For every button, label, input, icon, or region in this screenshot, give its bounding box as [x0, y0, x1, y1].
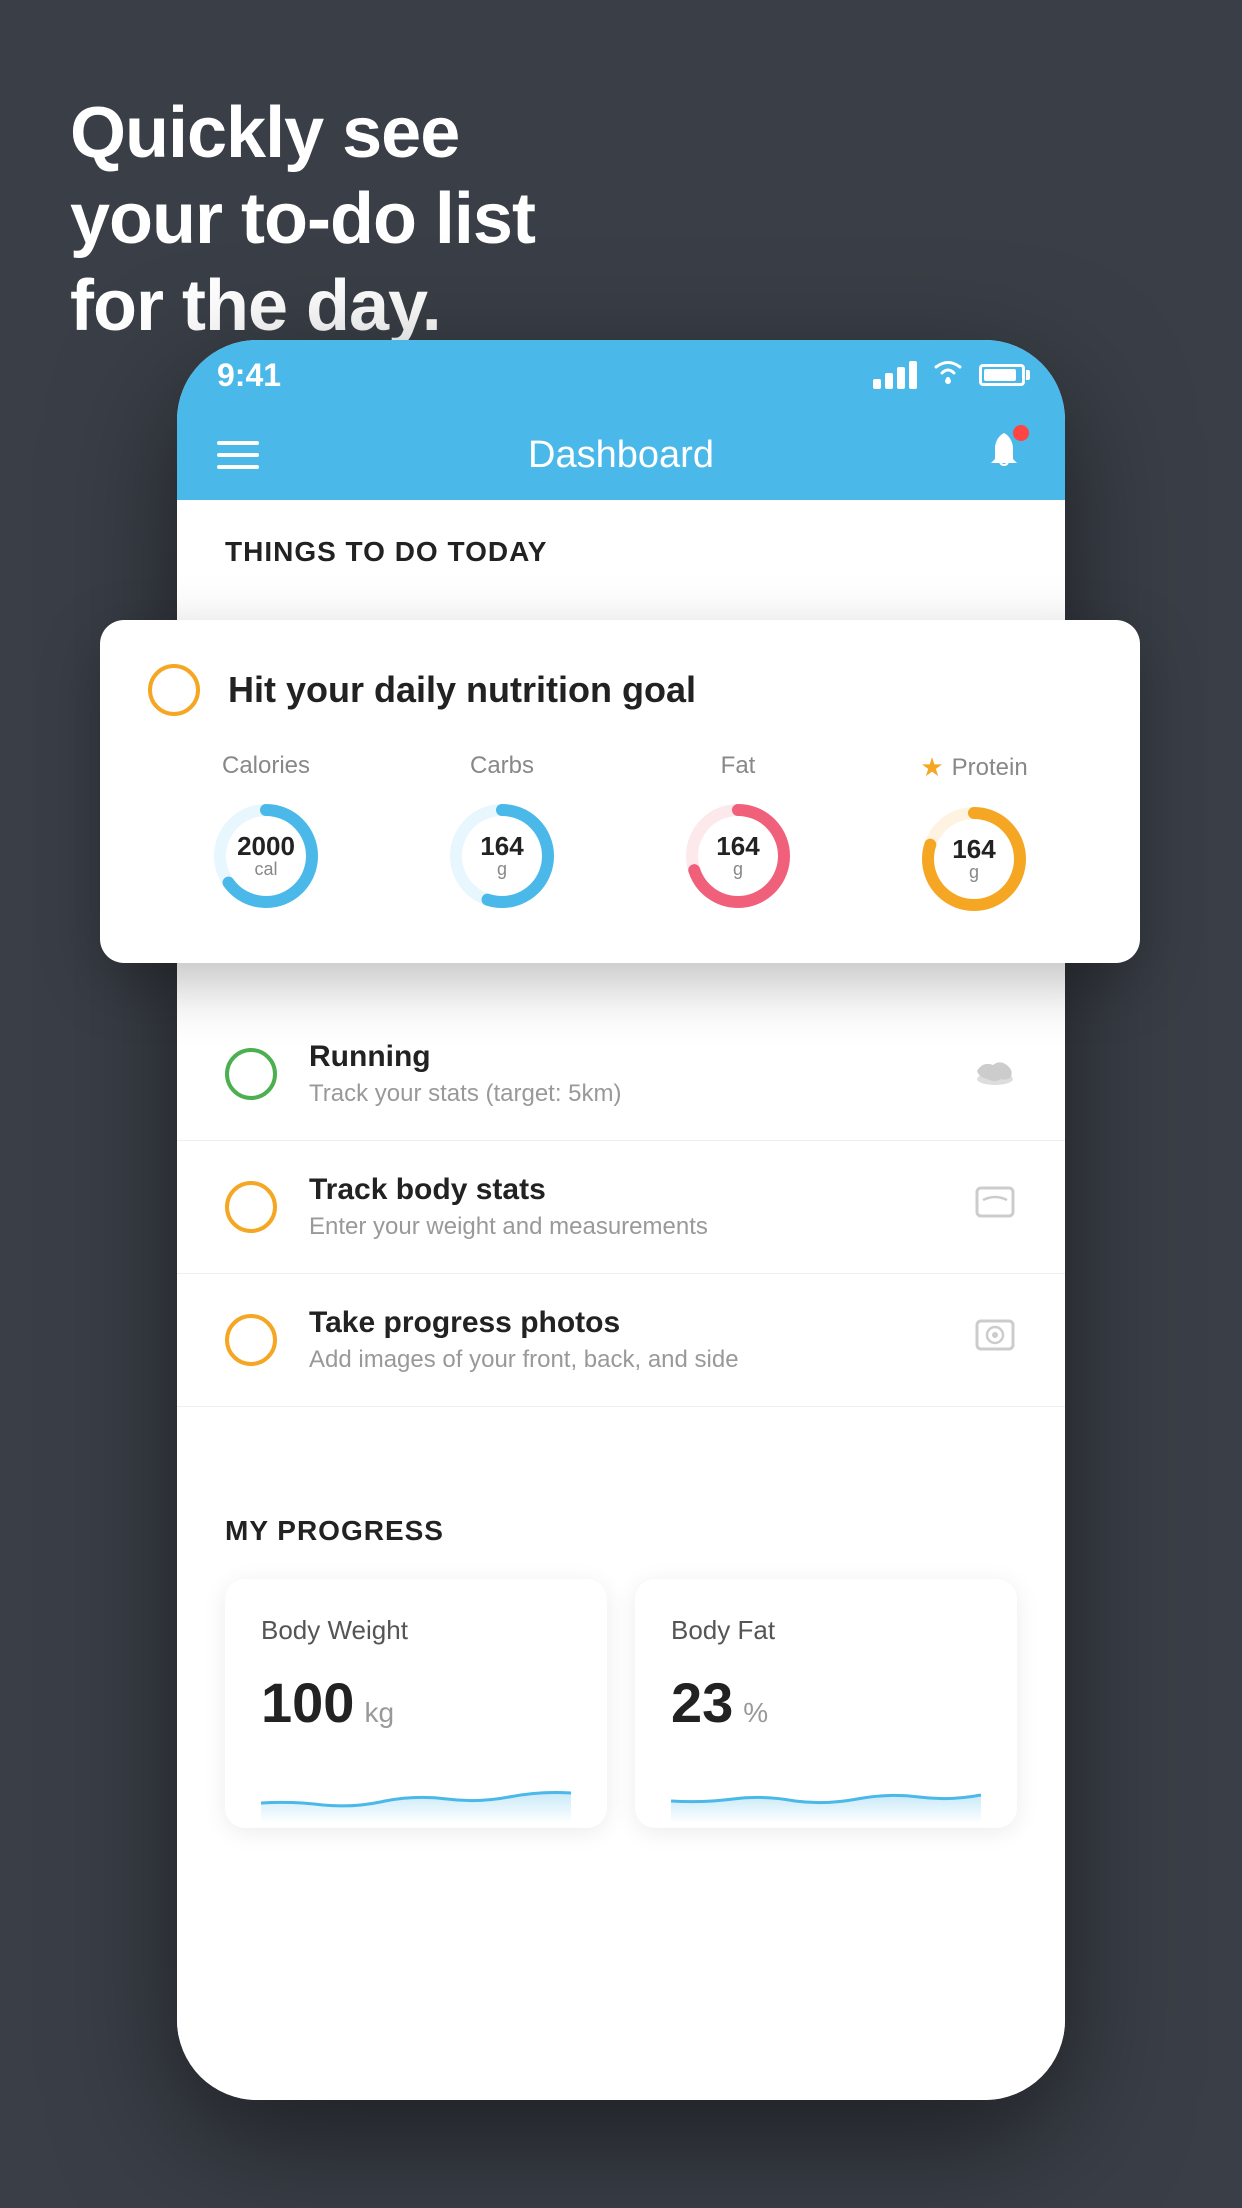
body-fat-value: 23 — [671, 1670, 733, 1735]
nutrition-card: Hit your daily nutrition goal Calories 2… — [100, 620, 1140, 963]
macro-carbs: Carbs 164 g — [442, 752, 562, 916]
nutrition-checkbox[interactable] — [148, 664, 200, 716]
nav-bar: Dashboard — [177, 410, 1065, 500]
todo-main-running: Running — [309, 1040, 941, 1074]
status-time: 9:41 — [217, 357, 281, 394]
macro-carbs-unit: g — [497, 859, 507, 880]
status-icons — [873, 359, 1025, 392]
macro-carbs-label: Carbs — [470, 752, 534, 780]
menu-button[interactable] — [217, 441, 259, 469]
todo-checkbox-bodystats[interactable] — [225, 1181, 277, 1233]
macro-calories-unit: cal — [254, 859, 277, 880]
progress-cards: Body Weight 100 kg — [225, 1579, 1017, 1828]
macro-carbs-donut: 164 g — [442, 796, 562, 916]
todo-main-bodystats: Track body stats — [309, 1173, 941, 1207]
todo-checkbox-running[interactable] — [225, 1048, 277, 1100]
body-fat-sparkline — [671, 1763, 981, 1823]
phone-mockup: 9:41 — [177, 340, 1065, 2100]
things-header: THINGS TO DO TODAY — [177, 500, 1065, 588]
macro-fat-value: 164 — [716, 833, 759, 859]
nutrition-title-row: Hit your daily nutrition goal — [148, 664, 1092, 716]
nav-title: Dashboard — [528, 434, 714, 477]
body-fat-card: Body Fat 23 % — [635, 1579, 1017, 1828]
progress-section: MY PROGRESS Body Weight 100 kg — [177, 1467, 1065, 1828]
todo-text-running: Running Track your stats (target: 5km) — [309, 1040, 941, 1108]
battery-icon — [979, 364, 1025, 386]
todo-sub-photos: Add images of your front, back, and side — [309, 1346, 941, 1374]
macro-protein-donut: 164 g — [914, 799, 1034, 919]
todo-checkbox-photos[interactable] — [225, 1314, 277, 1366]
body-weight-value: 100 — [261, 1670, 354, 1735]
macro-calories-donut: 2000 cal — [206, 796, 326, 916]
macro-protein: ★ Protein 164 g — [914, 752, 1034, 919]
headline-line2: your to-do list — [70, 176, 535, 262]
macro-calories-value: 2000 — [237, 833, 295, 859]
headline-text: Quickly see your to-do list for the day. — [70, 90, 535, 349]
headline-line1: Quickly see — [70, 90, 535, 176]
notification-button[interactable] — [983, 429, 1025, 481]
body-weight-title: Body Weight — [261, 1615, 571, 1646]
body-fat-value-row: 23 % — [671, 1670, 981, 1735]
macro-fat: Fat 164 g — [678, 752, 798, 916]
running-icon — [973, 1051, 1017, 1097]
nutrition-macros: Calories 2000 cal Carbs — [148, 752, 1092, 919]
notification-dot — [1013, 425, 1029, 441]
nutrition-title: Hit your daily nutrition goal — [228, 669, 696, 711]
todo-main-photos: Take progress photos — [309, 1306, 941, 1340]
scale-icon — [973, 1180, 1017, 1234]
status-bar: 9:41 — [177, 340, 1065, 410]
todo-list: Running Track your stats (target: 5km) T… — [177, 1008, 1065, 1407]
macro-protein-value: 164 — [952, 836, 995, 862]
macro-protein-label: ★ Protein — [920, 752, 1027, 783]
todo-item-bodystats[interactable]: Track body stats Enter your weight and m… — [177, 1141, 1065, 1274]
macro-fat-unit: g — [733, 859, 743, 880]
wifi-icon — [931, 359, 965, 392]
macro-calories: Calories 2000 cal — [206, 752, 326, 916]
macro-protein-unit: g — [969, 862, 979, 883]
todo-sub-running: Track your stats (target: 5km) — [309, 1080, 941, 1108]
todo-text-bodystats: Track body stats Enter your weight and m… — [309, 1173, 941, 1241]
body-fat-unit: % — [743, 1697, 768, 1729]
body-weight-value-row: 100 kg — [261, 1670, 571, 1735]
todo-item-running[interactable]: Running Track your stats (target: 5km) — [177, 1008, 1065, 1141]
macro-carbs-value: 164 — [480, 833, 523, 859]
macro-fat-donut: 164 g — [678, 796, 798, 916]
body-fat-title: Body Fat — [671, 1615, 981, 1646]
body-weight-card: Body Weight 100 kg — [225, 1579, 607, 1828]
todo-sub-bodystats: Enter your weight and measurements — [309, 1213, 941, 1241]
body-weight-unit: kg — [364, 1697, 394, 1729]
progress-header: MY PROGRESS — [225, 1515, 1017, 1547]
macro-fat-label: Fat — [721, 752, 756, 780]
todo-item-photos[interactable]: Take progress photos Add images of your … — [177, 1274, 1065, 1407]
headline-line3: for the day. — [70, 263, 535, 349]
photo-icon — [973, 1313, 1017, 1367]
macro-calories-label: Calories — [222, 752, 310, 780]
body-weight-sparkline — [261, 1763, 571, 1823]
signal-icon — [873, 361, 917, 389]
todo-text-photos: Take progress photos Add images of your … — [309, 1306, 941, 1374]
star-icon: ★ — [920, 752, 943, 783]
